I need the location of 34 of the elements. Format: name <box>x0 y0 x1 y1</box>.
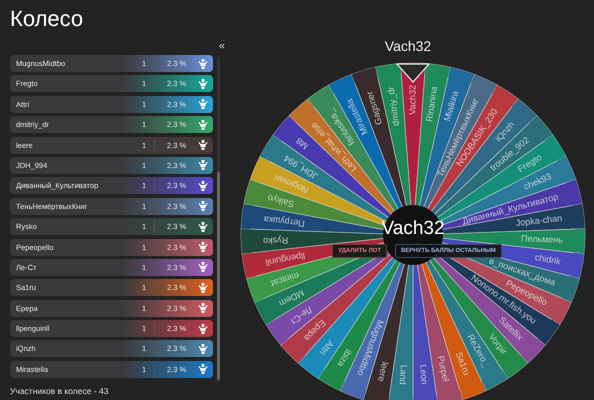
segment-label: Purpel <box>436 354 452 382</box>
segment-label: Rinanina <box>424 86 440 122</box>
segment-label: Rysko <box>262 235 288 246</box>
segment-label: ibiza <box>336 348 354 369</box>
participants-count: Участников в колесе - 43 <box>10 386 108 396</box>
segment-label: Gagsner <box>364 90 384 126</box>
figure-icon[interactable] <box>197 363 209 376</box>
winner-title: Vach32 <box>384 38 432 54</box>
segment-label: dmitriy_dr <box>386 86 402 126</box>
figure-icon[interactable] <box>197 180 209 192</box>
figure-icon[interactable] <box>197 200 209 212</box>
segment-label: Vach32 <box>407 85 418 115</box>
collapse-button[interactable]: « <box>218 40 225 52</box>
segment-label: Saikyo <box>266 192 296 210</box>
segment-label: M8 <box>294 136 310 152</box>
segment-label: Петрушка <box>263 214 306 229</box>
figure-icon[interactable] <box>197 302 209 314</box>
figure-icon[interactable] <box>197 139 209 152</box>
segment-label: Leon <box>418 364 430 385</box>
pointer-marker <box>396 63 430 83</box>
scrollbar[interactable] <box>217 57 220 382</box>
segment-label: Sa1ru <box>454 350 472 377</box>
segment-label: llpenguinll <box>264 250 306 268</box>
figure-icon[interactable] <box>197 322 209 335</box>
center-label: Vach32 <box>381 218 445 240</box>
figure-icon[interactable] <box>197 159 209 172</box>
figure-icon[interactable] <box>197 220 209 233</box>
segment-label: Land <box>398 364 410 385</box>
figure-icon[interactable] <box>197 241 209 254</box>
segment-label: Пельмень <box>520 233 564 245</box>
segment-label: mintcat <box>270 270 300 289</box>
figure-icon[interactable] <box>197 261 209 274</box>
page-title: Колесо <box>10 6 84 32</box>
figure-icon[interactable] <box>197 342 209 355</box>
